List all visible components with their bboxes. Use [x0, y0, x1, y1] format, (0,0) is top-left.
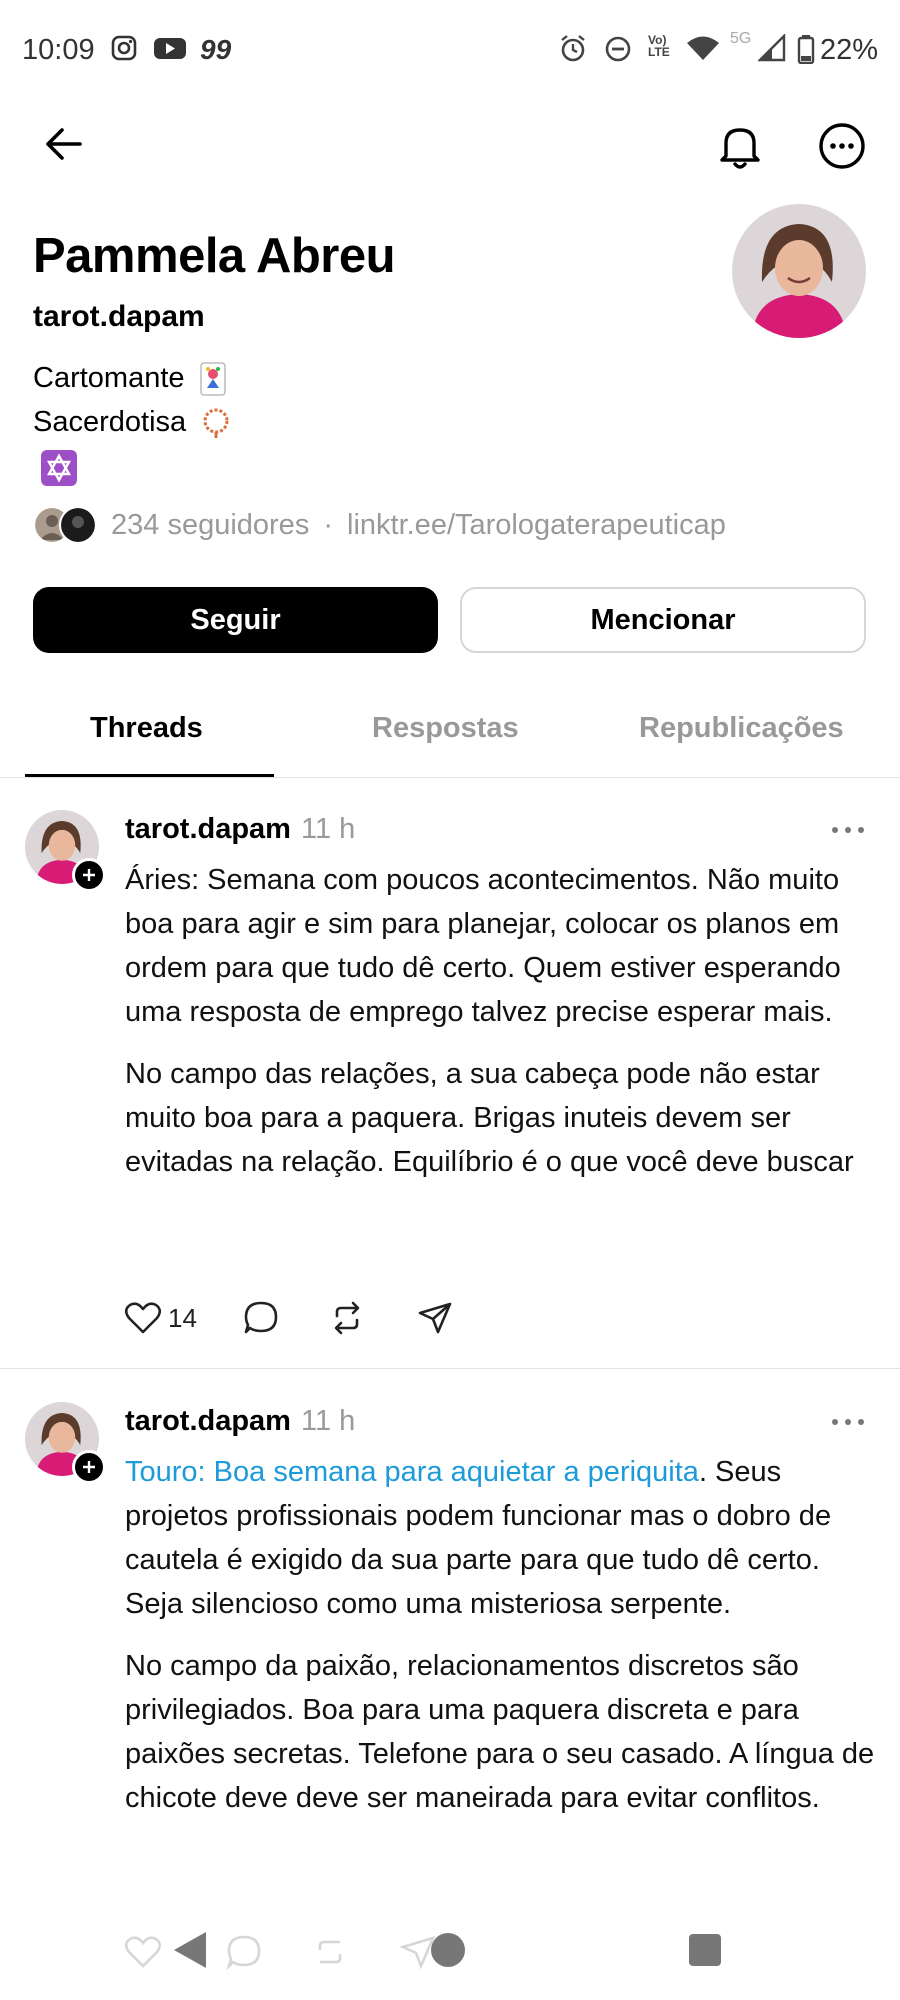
follower-avatar	[59, 506, 97, 544]
post-paragraph: Áries: Semana com poucos acontecimentos.…	[125, 864, 841, 1028]
heart-icon	[124, 1302, 162, 1334]
post-header: tarot.dapam 11 h	[125, 1405, 355, 1438]
bio-text: Sacerdotisa	[33, 406, 187, 438]
youtube-icon	[153, 34, 187, 62]
tab-threads[interactable]: Threads	[90, 712, 203, 745]
alarm-icon	[558, 34, 588, 64]
dnd-icon	[603, 34, 633, 64]
tab-reposts[interactable]: Republicações	[639, 712, 844, 745]
comment-button[interactable]	[243, 1300, 279, 1336]
prayer-beads-icon	[200, 407, 232, 439]
tabs-divider	[0, 777, 900, 778]
post-divider	[0, 1368, 900, 1369]
system-recents-icon[interactable]	[688, 1933, 722, 1967]
separator-dot: ·	[323, 508, 333, 541]
bio-line-2: Sacerdotisa	[33, 406, 232, 439]
status-bar: 10:09 99 Vo) LTE 5G 22%	[0, 0, 900, 104]
post-paragraph: Touro: Boa semana para aquietar a periqu…	[125, 1450, 875, 1626]
post-header: tarot.dapam 11 h	[125, 813, 355, 846]
more-icon[interactable]	[814, 118, 870, 174]
back-arrow-icon[interactable]	[40, 120, 88, 168]
notification-count: 99	[200, 34, 232, 65]
battery-icon	[797, 34, 815, 64]
system-home-icon[interactable]	[430, 1932, 466, 1968]
profile-handle: tarot.dapam	[33, 300, 205, 333]
joker-card-icon	[199, 362, 227, 397]
repost-button[interactable]	[329, 1300, 365, 1336]
profile-avatar[interactable]	[732, 204, 866, 338]
bio-line-3	[33, 450, 77, 486]
like-button[interactable]: 14	[124, 1301, 197, 1335]
wifi-icon	[686, 34, 720, 62]
volte-icon: Vo) LTE	[648, 33, 670, 59]
bio-line-1: Cartomante	[33, 362, 227, 397]
followers-row[interactable]: 234 seguidores · linktr.ee/Tarologaterap…	[33, 505, 726, 545]
battery-percent: 22%	[819, 34, 878, 66]
followers-count[interactable]: 234 seguidores	[111, 509, 309, 542]
bio-text: Cartomante	[33, 362, 185, 394]
post-body: Touro: Boa semana para aquietar a periqu…	[125, 1450, 875, 1820]
post-body: Áries: Semana com poucos acontecimentos.…	[125, 858, 875, 1184]
system-back-icon[interactable]	[172, 1930, 208, 1970]
bell-icon[interactable]	[712, 118, 768, 174]
comment-icon	[244, 1301, 278, 1334]
network-type: 5G	[730, 30, 752, 47]
post-paragraph: No campo da paixão, relacionamentos disc…	[125, 1650, 875, 1814]
mention-button[interactable]: Mencionar	[460, 587, 866, 653]
post-username[interactable]: tarot.dapam	[125, 1405, 291, 1437]
star-of-david-icon	[41, 450, 77, 486]
repost-icon	[334, 1301, 360, 1335]
post-username[interactable]: tarot.dapam	[125, 813, 291, 845]
system-navigation-bar	[0, 1920, 900, 1980]
post-more-icon[interactable]	[830, 824, 866, 836]
post-actions: 14	[124, 1300, 453, 1336]
profile-link[interactable]: linktr.ee/Tarologaterapeuticap	[347, 509, 726, 542]
like-count: 14	[168, 1302, 197, 1333]
tab-replies[interactable]: Respostas	[372, 712, 519, 745]
post-paragraph: No campo das relações, a sua cabeça pode…	[125, 1058, 854, 1178]
status-time: 10:09	[22, 34, 95, 66]
post-topic-link[interactable]: Touro: Boa semana para aquietar a periqu…	[125, 1456, 699, 1488]
signal-icon	[758, 34, 786, 62]
post-time: 11 h	[300, 1405, 356, 1437]
share-button[interactable]	[417, 1300, 453, 1336]
post-time: 11 h	[300, 813, 356, 845]
instagram-icon	[110, 34, 138, 62]
profile-name: Pammela Abreu	[33, 229, 396, 283]
share-icon	[418, 1302, 452, 1334]
follow-plus-icon[interactable]	[72, 858, 106, 892]
follow-button[interactable]: Seguir	[33, 587, 438, 653]
follow-plus-icon[interactable]	[72, 1450, 106, 1484]
post-more-icon[interactable]	[830, 1416, 866, 1428]
